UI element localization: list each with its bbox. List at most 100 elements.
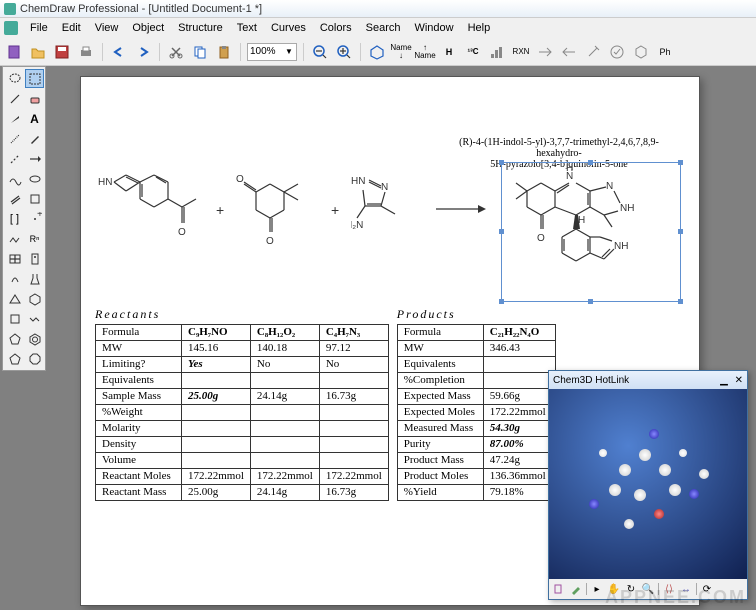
orbital-tool[interactable]	[25, 169, 44, 188]
rxn-button[interactable]: RXN	[511, 42, 531, 62]
ring-button[interactable]	[631, 42, 651, 62]
pen-tool[interactable]	[25, 129, 44, 148]
menu-window[interactable]: Window	[408, 20, 459, 36]
reactants-row[interactable]: Volume	[96, 453, 389, 469]
hotlink-minimize-icon[interactable]: ▁	[720, 375, 728, 386]
products-row[interactable]: Expected Moles172.22mmol	[397, 405, 555, 421]
hotlink-titlebar[interactable]: Chem3D HotLink ▁ ✕	[549, 371, 747, 389]
query-tool[interactable]: Rⁿ	[25, 229, 44, 248]
wavy-tool[interactable]	[5, 169, 24, 188]
name-to-struct-button[interactable]: Name↓	[391, 42, 411, 62]
menu-text[interactable]: Text	[231, 20, 263, 36]
shape-tool[interactable]	[25, 189, 44, 208]
reactants-row[interactable]: Density	[96, 437, 389, 453]
check-button[interactable]	[607, 42, 627, 62]
products-table[interactable]: FormulaC₂₁H₂₂N₄OMW346.43Equivalents%Comp…	[397, 324, 556, 501]
tlc-tool[interactable]	[25, 249, 44, 268]
reactants-row[interactable]: FormulaC₉H₇NOC₈H₁₂O₂C₄H₇N₃	[96, 325, 389, 341]
products-row[interactable]: Purity87.00%	[397, 437, 555, 453]
menu-edit[interactable]: Edit	[56, 20, 87, 36]
chem3d-hotlink-panel[interactable]: Chem3D HotLink ▁ ✕	[548, 370, 748, 600]
hotlink-close-icon[interactable]: ✕	[735, 375, 743, 386]
eraser-tool[interactable]	[25, 89, 44, 108]
cyclohexane-chair-tool[interactable]	[25, 309, 44, 328]
cyclopentadiene-tool[interactable]	[5, 349, 24, 368]
products-row[interactable]: FormulaC₂₁H₂₂N₄O	[397, 325, 555, 341]
reactants-row[interactable]: Equivalents	[96, 373, 389, 389]
hash-tool[interactable]	[5, 129, 24, 148]
double-bond-tool[interactable]	[5, 189, 24, 208]
products-row[interactable]: Expected Mass59.66g	[397, 389, 555, 405]
hl-edit-icon[interactable]	[569, 582, 583, 596]
brackets-tool[interactable]: [ ]	[5, 209, 24, 228]
menu-help[interactable]: Help	[462, 20, 497, 36]
struct-to-name-button[interactable]: ↑Name	[415, 42, 435, 62]
lasso-tool[interactable]	[5, 69, 24, 88]
products-row[interactable]: Product Mass47.24g	[397, 453, 555, 469]
redo-button[interactable]	[133, 42, 153, 62]
zoom-out-button[interactable]	[310, 42, 330, 62]
chain-tool[interactable]	[5, 229, 24, 248]
chem3d-button[interactable]	[367, 42, 387, 62]
reactants-row[interactable]: Reactant Moles172.22mmol172.22mmol172.22…	[96, 469, 389, 485]
menu-view[interactable]: View	[89, 20, 125, 36]
copy-button[interactable]	[190, 42, 210, 62]
products-row[interactable]: Measured Mass54.30g	[397, 421, 555, 437]
products-row[interactable]: MW346.43	[397, 341, 555, 357]
hl-copy-icon[interactable]	[552, 582, 566, 596]
cyclopentane-tool[interactable]	[5, 329, 24, 348]
hotlink-3d-view[interactable]	[549, 389, 747, 579]
arrow-tool[interactable]	[25, 149, 44, 168]
analysis-button[interactable]	[487, 42, 507, 62]
template-tool[interactable]	[5, 269, 24, 288]
menu-curves[interactable]: Curves	[265, 20, 312, 36]
reactants-row[interactable]: Sample Mass25.00g24.14g16.73g	[96, 389, 389, 405]
reactants-row[interactable]: MW145.16140.1897.12	[96, 341, 389, 357]
product-selection-box[interactable]: O NH N NH H	[501, 162, 681, 302]
table-tool[interactable]	[5, 249, 24, 268]
reactants-row[interactable]: Reactant Mass25.00g24.14g16.73g	[96, 485, 389, 501]
nmr-button[interactable]: H	[439, 42, 459, 62]
clean-button[interactable]	[583, 42, 603, 62]
products-row[interactable]: Product Moles136.36mmol	[397, 469, 555, 485]
contract-button[interactable]	[559, 42, 579, 62]
menu-structure[interactable]: Structure	[172, 20, 229, 36]
app-menu-icon[interactable]	[4, 21, 18, 35]
menu-file[interactable]: File	[24, 20, 54, 36]
products-row[interactable]: %Completion	[397, 373, 555, 389]
paste-button[interactable]	[214, 42, 234, 62]
cyclopropane-tool[interactable]	[5, 289, 24, 308]
menu-search[interactable]: Search	[360, 20, 407, 36]
save-button[interactable]	[52, 42, 72, 62]
menu-colors[interactable]: Colors	[314, 20, 358, 36]
wedge-tool[interactable]	[5, 109, 24, 128]
reactants-row[interactable]: Limiting?YesNoNo	[96, 357, 389, 373]
glassware-tool[interactable]	[25, 269, 44, 288]
products-row[interactable]: Equivalents	[397, 357, 555, 373]
zoom-input[interactable]	[250, 46, 285, 57]
cyclobutane-tool[interactable]	[5, 309, 24, 328]
bond-tool[interactable]	[5, 89, 24, 108]
chemical-symbols-tool[interactable]: +	[25, 209, 44, 228]
reactants-row[interactable]: %Weight	[96, 405, 389, 421]
expand-button[interactable]	[535, 42, 555, 62]
open-button[interactable]	[28, 42, 48, 62]
cut-button[interactable]	[166, 42, 186, 62]
hl-select-icon[interactable]: ▸	[590, 582, 604, 596]
products-row[interactable]: %Yield79.18%	[397, 485, 555, 501]
zoom-combo[interactable]: ▼	[247, 43, 297, 61]
new-doc-button[interactable]	[4, 42, 24, 62]
dash-tool[interactable]	[5, 149, 24, 168]
cyclooctane-tool[interactable]	[25, 349, 44, 368]
reactants-table[interactable]: FormulaC₉H₇NOC₈H₁₂O₂C₄H₇N₃MW145.16140.18…	[95, 324, 389, 501]
reactants-row[interactable]: Molarity	[96, 421, 389, 437]
zoom-in-button[interactable]	[334, 42, 354, 62]
benzene-tool[interactable]	[25, 329, 44, 348]
benzene-button[interactable]: Ph	[655, 42, 675, 62]
text-tool[interactable]: A	[25, 109, 44, 128]
cyclohexane-tool[interactable]	[25, 289, 44, 308]
print-button[interactable]	[76, 42, 96, 62]
undo-button[interactable]	[109, 42, 129, 62]
marquee-tool[interactable]	[25, 69, 44, 88]
menu-object[interactable]: Object	[126, 20, 170, 36]
